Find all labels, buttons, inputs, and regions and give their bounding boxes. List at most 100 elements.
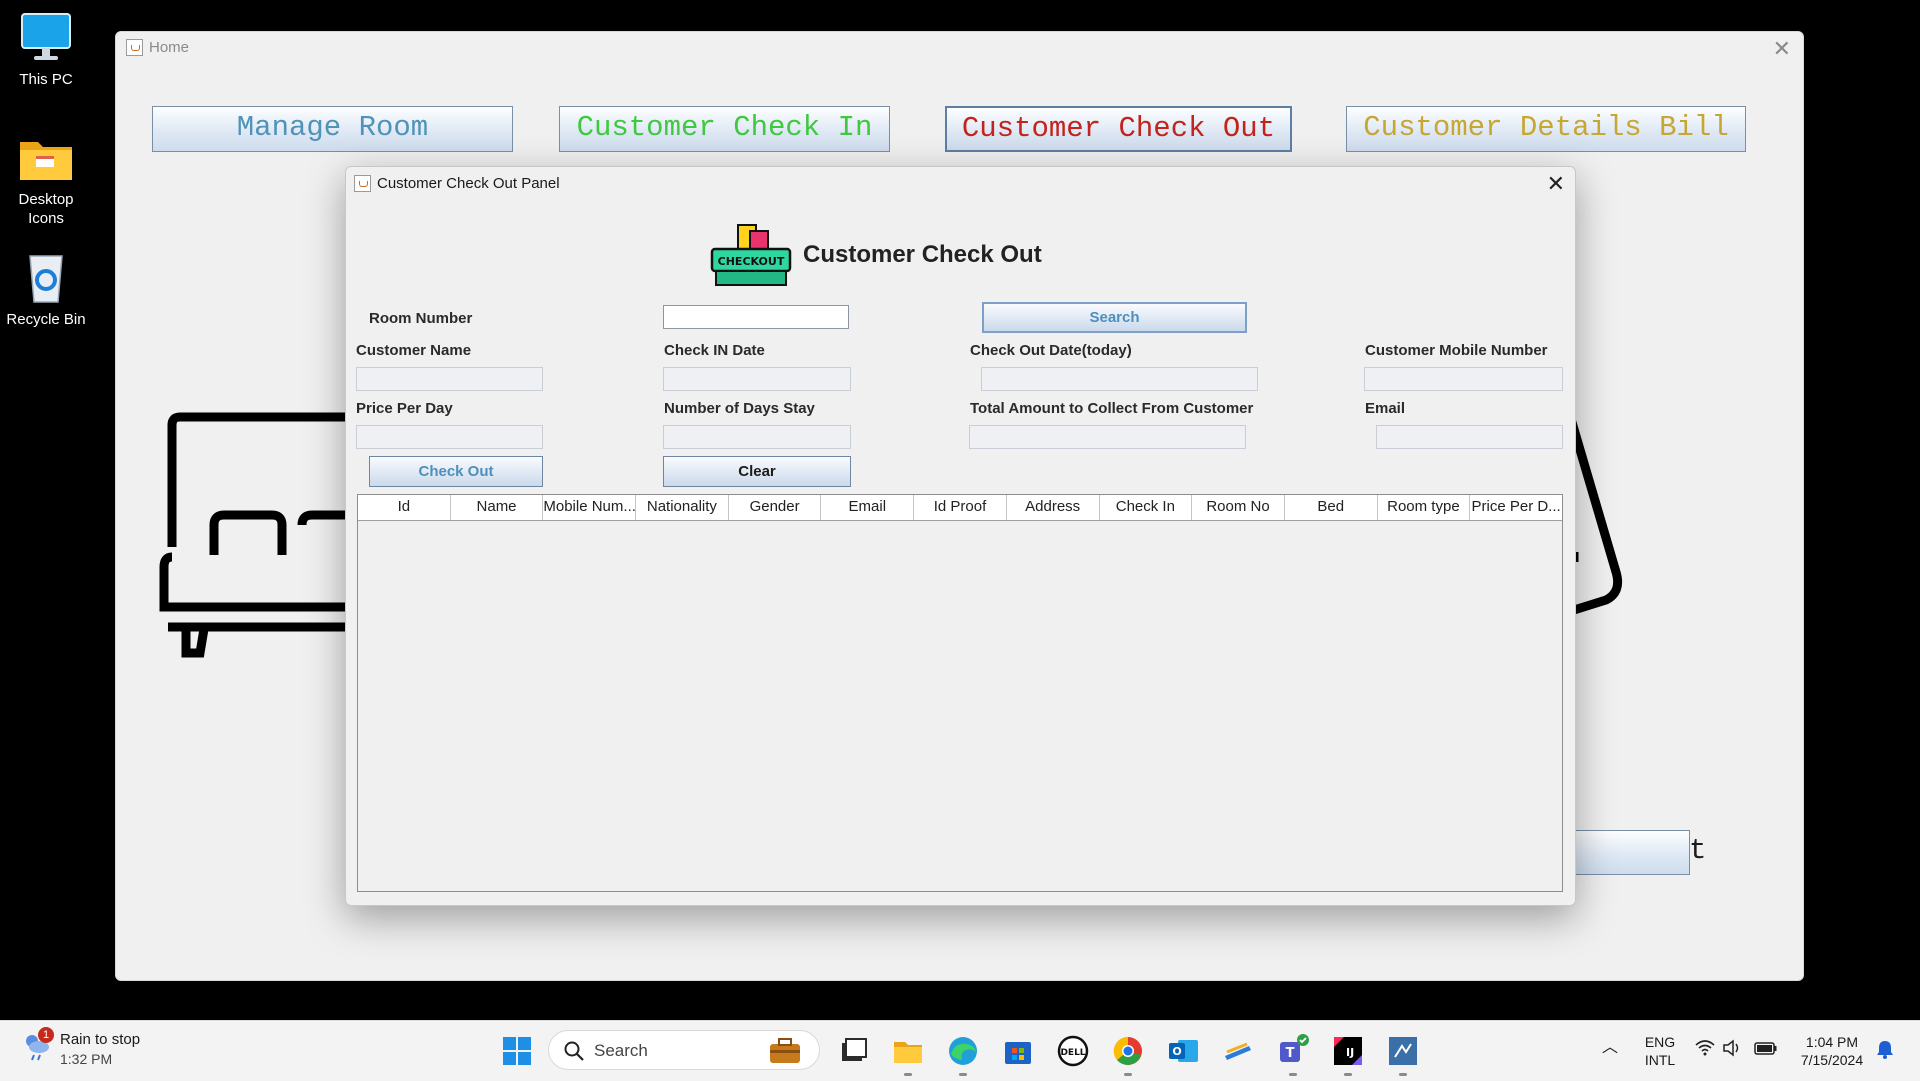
- file-explorer-icon[interactable]: [891, 1034, 925, 1068]
- language-line2: INTL: [1644, 1052, 1676, 1068]
- home-window-title-text: Home: [149, 39, 190, 56]
- taskbar-search[interactable]: Search: [548, 1030, 820, 1070]
- running-indicator: [959, 1073, 967, 1076]
- language-line1: ENG: [1644, 1034, 1676, 1050]
- outlook-icon[interactable]: O: [1166, 1034, 1200, 1068]
- total-amount-field[interactable]: [969, 425, 1246, 449]
- running-indicator: [904, 1073, 912, 1076]
- checkout-logo-text: CHECKOUT: [718, 255, 785, 268]
- dell-icon[interactable]: DELL: [1056, 1034, 1090, 1068]
- check-in-date-field[interactable]: [663, 367, 851, 391]
- days-stay-label: Number of Days Stay: [664, 400, 815, 417]
- customer-details-bill-button[interactable]: Customer Details Bill: [1346, 106, 1746, 152]
- column-header-email[interactable]: Email: [821, 495, 915, 520]
- chrome-icon[interactable]: [1111, 1034, 1145, 1068]
- desktop-icon-label: This PC: [19, 71, 73, 88]
- desktop-icon-label: Desktop Icons: [18, 191, 74, 227]
- background-shape-icon: [1566, 402, 1623, 615]
- column-header-room-type[interactable]: Room type: [1378, 495, 1471, 520]
- column-header-address[interactable]: Address: [1007, 495, 1100, 520]
- check-out-date-field[interactable]: [981, 367, 1258, 391]
- pen-app-icon[interactable]: [1221, 1034, 1255, 1068]
- total-amount-label: Total Amount to Collect From Customer: [970, 400, 1254, 417]
- check-out-date-label: Check Out Date(today): [970, 342, 1132, 359]
- language-indicator[interactable]: ENG INTL: [1640, 1033, 1680, 1069]
- home-close-icon[interactable]: ✕: [1773, 36, 1791, 62]
- desktop-icon-recycle-bin[interactable]: Recycle Bin: [0, 252, 92, 329]
- customer-check-out-dialog: Customer Check Out Panel ✕ CHECKOUT Cust…: [345, 166, 1576, 906]
- column-header-bed[interactable]: Bed: [1285, 495, 1378, 520]
- desktop-icon-desktop-icons[interactable]: Desktop Icons: [0, 132, 92, 228]
- notification-bell-icon[interactable]: [1876, 1039, 1894, 1063]
- briefcase-icon: [770, 1038, 800, 1063]
- room-number-input[interactable]: [663, 305, 849, 329]
- check-in-date-label: Check IN Date: [664, 342, 765, 359]
- svg-text:T: T: [1286, 1046, 1295, 1061]
- days-stay-field[interactable]: [663, 425, 851, 449]
- clock-time: 1:04 PM: [1805, 1034, 1859, 1050]
- svg-text:IJ: IJ: [1346, 1046, 1354, 1059]
- java-app-taskbar-icon[interactable]: [1386, 1034, 1420, 1068]
- task-view-icon[interactable]: [836, 1034, 870, 1068]
- weather-badge: 1: [38, 1027, 54, 1043]
- checkout-logo-icon: CHECKOUT: [710, 224, 792, 286]
- show-hidden-icons-chevron-up-icon[interactable]: ︿: [1602, 1039, 1618, 1057]
- dialog-title: Customer Check Out Panel: [354, 175, 560, 192]
- taskbar-search-placeholder: Search: [594, 1041, 648, 1060]
- price-per-day-field[interactable]: [356, 425, 543, 449]
- battery-icon[interactable]: [1754, 1039, 1778, 1061]
- column-header-name[interactable]: Name: [451, 495, 544, 520]
- java-app-icon: [354, 175, 371, 192]
- email-field[interactable]: [1376, 425, 1563, 449]
- running-indicator: [1399, 1073, 1407, 1076]
- weather-icon: 1: [22, 1027, 54, 1061]
- search-icon: [564, 1041, 584, 1061]
- column-header-nationality[interactable]: Nationality: [636, 495, 729, 520]
- room-number-label: Room Number: [369, 310, 473, 327]
- column-header-price-per-day[interactable]: Price Per D...: [1470, 495, 1562, 520]
- email-label: Email: [1365, 400, 1406, 417]
- column-header-room-no[interactable]: Room No: [1192, 495, 1285, 520]
- column-header-id[interactable]: Id: [358, 495, 451, 520]
- weather-widget[interactable]: 1 Rain to stop 1:32 PM: [22, 1027, 141, 1067]
- customer-table[interactable]: Id Name Mobile Num... Nationality Gender…: [357, 494, 1563, 892]
- price-per-day-label: Price Per Day: [356, 400, 453, 417]
- column-header-mobile[interactable]: Mobile Num...: [543, 495, 637, 520]
- check-out-button[interactable]: Check Out: [369, 456, 543, 487]
- edge-browser-icon[interactable]: [946, 1034, 980, 1068]
- dialog-title-text: Customer Check Out Panel: [377, 175, 560, 192]
- microsoft-store-icon[interactable]: [1001, 1034, 1035, 1068]
- customer-name-field[interactable]: [356, 367, 543, 391]
- java-app-icon: [126, 39, 143, 56]
- clear-button[interactable]: Clear: [663, 456, 851, 487]
- manage-room-button[interactable]: Manage Room: [152, 106, 513, 152]
- running-indicator: [1344, 1073, 1352, 1076]
- dialog-close-icon[interactable]: ✕: [1547, 171, 1565, 197]
- teams-icon[interactable]: T: [1276, 1034, 1310, 1068]
- running-indicator: [1289, 1073, 1297, 1076]
- desktop-icon-this-pc[interactable]: This PC: [0, 12, 92, 89]
- intellij-icon[interactable]: IJ: [1331, 1034, 1365, 1068]
- customer-mobile-field[interactable]: [1364, 367, 1563, 391]
- clock-date: 7/15/2024: [1800, 1052, 1864, 1068]
- running-indicator: [1124, 1073, 1132, 1076]
- weather-title: Rain to stop: [60, 1031, 141, 1048]
- windows-start-icon[interactable]: [500, 1034, 534, 1068]
- column-header-gender[interactable]: Gender: [729, 495, 822, 520]
- column-header-check-in[interactable]: Check In: [1100, 495, 1193, 520]
- clock[interactable]: 1:04 PM 7/15/2024: [1792, 1033, 1872, 1069]
- monitor-icon: [16, 12, 76, 66]
- home-window-title: Home: [126, 39, 189, 56]
- column-header-id-proof[interactable]: Id Proof: [914, 495, 1007, 520]
- search-button[interactable]: Search: [982, 302, 1247, 333]
- volume-icon[interactable]: [1722, 1039, 1742, 1061]
- customer-name-label: Customer Name: [356, 342, 472, 359]
- wifi-icon[interactable]: [1694, 1039, 1716, 1061]
- customer-check-in-button[interactable]: Customer Check In: [559, 106, 890, 152]
- weather-time: 1:32 PM: [60, 1051, 113, 1067]
- svg-text:DELL: DELL: [1060, 1048, 1085, 1058]
- table-header: Id Name Mobile Num... Nationality Gender…: [358, 495, 1562, 521]
- customer-check-out-button[interactable]: Customer Check Out: [945, 106, 1292, 152]
- taskbar: 1 Rain to stop 1:32 PM Search DELL O T I…: [0, 1020, 1920, 1081]
- folder-icon: [16, 132, 76, 186]
